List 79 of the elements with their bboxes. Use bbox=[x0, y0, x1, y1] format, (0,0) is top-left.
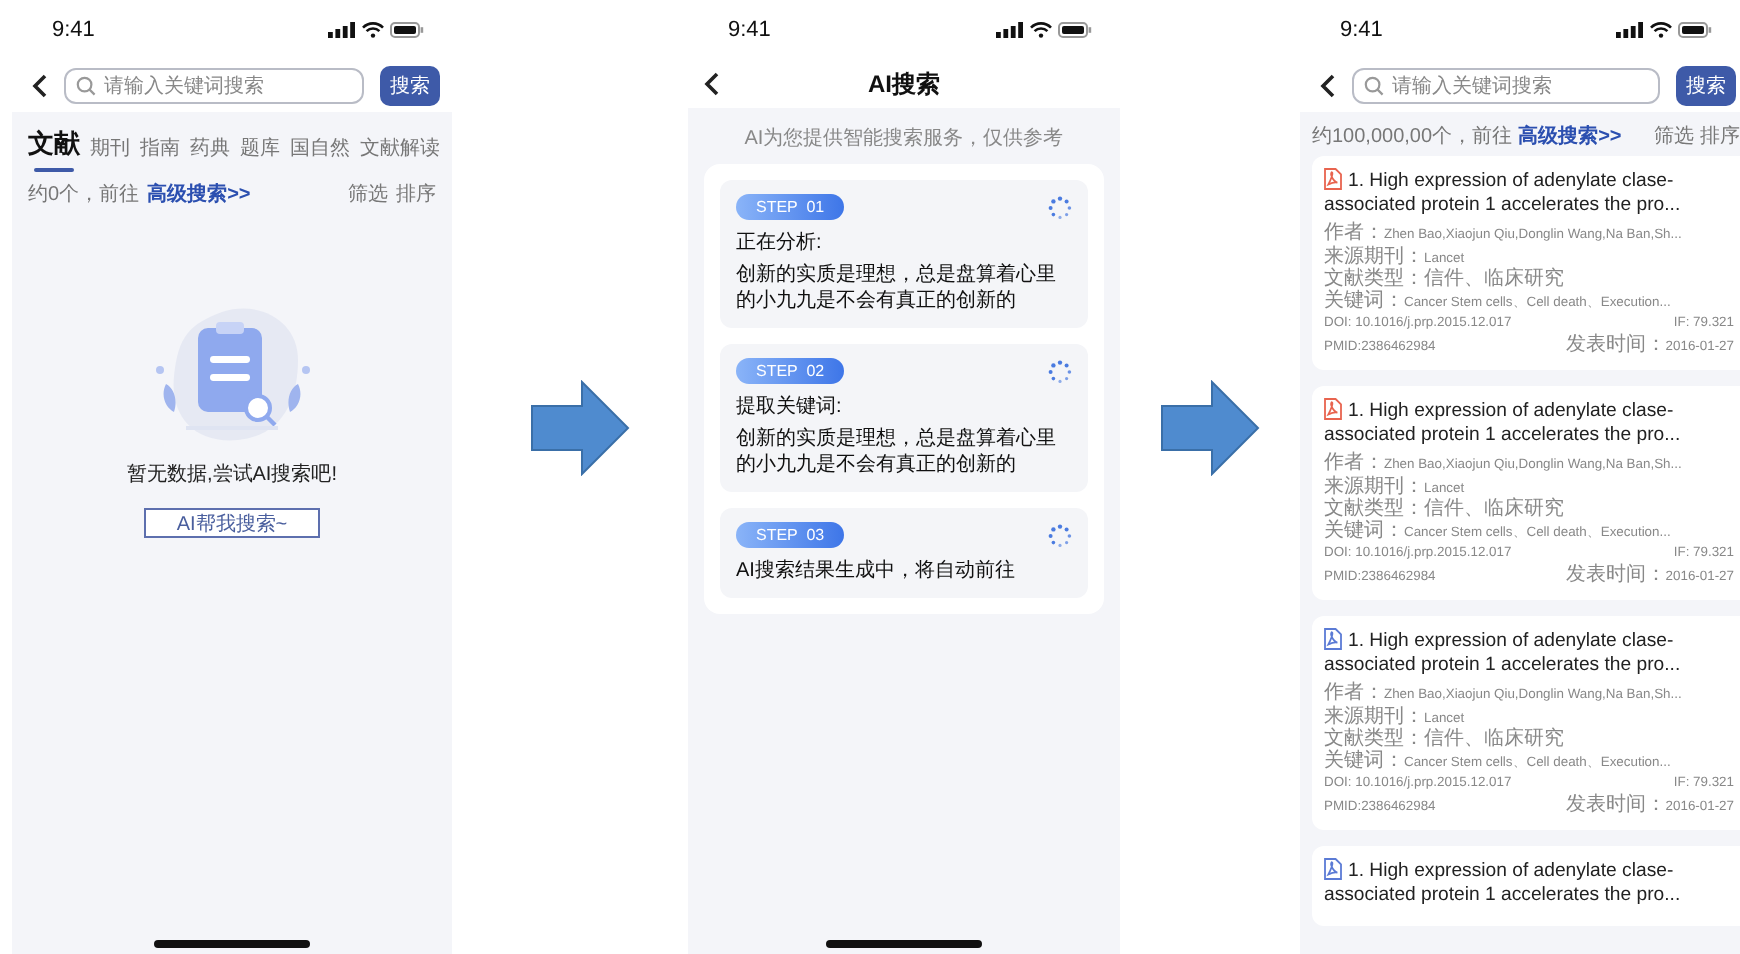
step-text: 创新的实质是理想，总是盘算着心里的小九九是不会有真正的创新的 bbox=[736, 262, 1058, 314]
step-badge: STEP 01 bbox=[736, 194, 845, 220]
filter-button[interactable]: 筛选 bbox=[348, 180, 388, 208]
field-label: 文献类型： bbox=[1324, 730, 1424, 750]
search-icon bbox=[76, 76, 96, 96]
result-card[interactable] bbox=[1312, 386, 1740, 600]
back-icon[interactable] bbox=[704, 72, 720, 96]
step-heading: 正在分析: bbox=[736, 230, 824, 256]
loading-spinner-icon bbox=[1048, 359, 1072, 383]
tab[interactable]: 文献解读 bbox=[360, 134, 440, 172]
notice-text: AI为您提供智能搜索服务，仅供参考 bbox=[742, 125, 1066, 154]
search-icon bbox=[1364, 76, 1384, 96]
field-value: 信件、临床研究 bbox=[1424, 730, 1564, 751]
battery-icon bbox=[1058, 22, 1092, 38]
field-label: 文献类型： bbox=[1324, 270, 1424, 290]
flow-arrow-icon bbox=[530, 380, 630, 476]
wifi-icon bbox=[1030, 22, 1052, 38]
flow-arrow-icon bbox=[1160, 380, 1260, 476]
result-count: 约0个，前往 bbox=[28, 181, 140, 208]
result-title[interactable]: 1. High expression of adenylate clase-associated protein 1 accelerates the pro... bbox=[1324, 858, 1734, 908]
tab[interactable]: 文献 bbox=[28, 126, 80, 172]
field-label: 作者： bbox=[1324, 684, 1384, 705]
result-card[interactable] bbox=[1312, 156, 1740, 370]
tab[interactable]: 国自然 bbox=[290, 134, 350, 172]
field-label: 关键词： bbox=[1324, 751, 1404, 772]
field-label: 来源期刊： bbox=[1324, 707, 1424, 727]
tab[interactable]: 题库 bbox=[240, 134, 280, 172]
signal-icon bbox=[1616, 22, 1644, 38]
filter-button[interactable]: 筛选 bbox=[1654, 122, 1694, 150]
tab[interactable]: 药典 bbox=[190, 134, 230, 172]
search-button[interactable]: 搜索 bbox=[380, 66, 440, 106]
wifi-icon bbox=[1650, 22, 1672, 38]
empty-message: 暂无数据,尝试AI搜索吧! bbox=[126, 461, 337, 488]
field-label: 来源期刊： bbox=[1324, 477, 1424, 497]
step-text: 创新的实质是理想，总是盘算着心里的小九九是不会有真正的创新的 bbox=[736, 426, 1058, 478]
ai-search-button[interactable]: AI帮我搜索~ bbox=[144, 508, 320, 538]
search-field[interactable]: 请输入关键词搜索 bbox=[1352, 68, 1660, 104]
result-title[interactable]: 1. High expression of adenylate clase-associated protein 1 accelerates the pro... bbox=[1324, 168, 1734, 218]
back-icon[interactable] bbox=[32, 74, 48, 98]
result-title[interactable]: 1. High expression of adenylate clase-associated protein 1 accelerates the pro... bbox=[1324, 628, 1734, 678]
sort-button[interactable]: 排序 bbox=[1700, 122, 1740, 150]
back-icon[interactable] bbox=[1320, 74, 1336, 98]
sort-button[interactable]: 排序 bbox=[396, 180, 436, 208]
field-label: 文献类型： bbox=[1324, 500, 1424, 520]
step-text: AI搜索结果生成中，将自动前往 bbox=[736, 558, 1017, 584]
field-label: 发表时间： bbox=[1565, 335, 1666, 356]
field-label: 作者： bbox=[1324, 454, 1384, 475]
field-label: 来源期刊： bbox=[1324, 247, 1424, 267]
page-title: AI搜索 bbox=[868, 67, 940, 101]
result-count: 约100,000,00个，前往 bbox=[1312, 123, 1513, 150]
search-button[interactable]: 搜索 bbox=[1676, 66, 1736, 106]
search-field[interactable]: 请输入关键词搜索 bbox=[64, 68, 364, 104]
status-time: 9:41 bbox=[52, 18, 95, 42]
step-heading: 提取关键词: bbox=[736, 394, 844, 420]
tab[interactable]: 期刊 bbox=[90, 134, 130, 172]
tab[interactable]: 指南 bbox=[140, 134, 180, 172]
step-badge: STEP 03 bbox=[736, 522, 845, 548]
battery-icon bbox=[390, 22, 424, 38]
status-time: 9:41 bbox=[728, 18, 771, 42]
loading-spinner-icon bbox=[1048, 523, 1072, 547]
advanced-search-link[interactable]: 高级搜索>> bbox=[147, 180, 251, 208]
field-label: 关键词： bbox=[1324, 521, 1404, 542]
loading-spinner-icon bbox=[1048, 195, 1072, 219]
wifi-icon bbox=[362, 22, 384, 38]
field-value: 信件、临床研究 bbox=[1424, 500, 1564, 521]
battery-icon bbox=[1678, 22, 1712, 38]
result-card[interactable]: 1. High expression of adenylate clase-associated protein 1 accelerates the pro... bbox=[1312, 846, 1740, 926]
advanced-search-link[interactable]: 高级搜索>> bbox=[1518, 122, 1622, 150]
result-card[interactable] bbox=[1312, 616, 1740, 830]
field-label: 作者： bbox=[1324, 224, 1384, 245]
result-title[interactable]: 1. High expression of adenylate clase-associated protein 1 accelerates the pro... bbox=[1324, 398, 1734, 448]
field-value: 信件、临床研究 bbox=[1424, 270, 1564, 291]
signal-icon bbox=[996, 22, 1024, 38]
field-label: 关键词： bbox=[1324, 291, 1404, 312]
field-label: 发表时间： bbox=[1565, 795, 1666, 816]
status-time: 9:41 bbox=[1340, 18, 1383, 42]
signal-icon bbox=[328, 22, 356, 38]
field-label: 发表时间： bbox=[1565, 565, 1666, 586]
step-badge: STEP 02 bbox=[736, 358, 845, 384]
